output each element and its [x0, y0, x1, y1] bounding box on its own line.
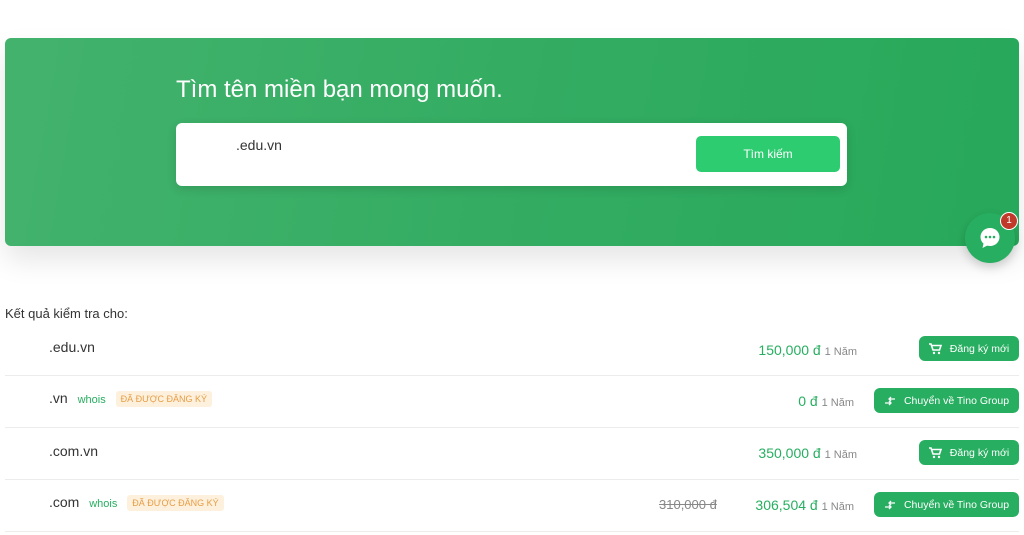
domain-name-group: .vn whois ĐÃ ĐƯỢC ĐĂNG KÝ — [49, 390, 213, 407]
price: 0 đ 1 Năm — [798, 393, 854, 409]
period: 1 Năm — [824, 346, 857, 358]
price: 150,000 đ 1 Năm — [758, 342, 857, 358]
original-price: 310,000 đ — [659, 497, 717, 512]
price-value: 0 đ — [798, 393, 818, 409]
domain-search-input[interactable] — [236, 137, 656, 153]
register-label: Đăng ký mới — [949, 342, 1010, 355]
search-box: Tìm kiếm — [176, 123, 847, 186]
price: 306,504 đ 1 Năm — [755, 497, 854, 513]
transfer-button[interactable]: Chuyển về Tino Group — [874, 388, 1019, 413]
domain-name: .com — [49, 494, 80, 510]
period: 1 Năm — [824, 449, 857, 461]
result-row: .com.vn 350,000 đ 1 Năm Đăng ký mới — [5, 427, 1019, 480]
result-row: .edu.vn 150,000 đ 1 Năm Đăng ký mới — [5, 323, 1019, 376]
registered-status-badge: ĐÃ ĐƯỢC ĐĂNG KÝ — [127, 495, 224, 511]
transfer-icon — [884, 396, 895, 405]
register-button[interactable]: Đăng ký mới — [919, 336, 1019, 361]
whois-link[interactable]: whois — [78, 394, 106, 406]
search-button[interactable]: Tìm kiếm — [696, 136, 840, 172]
domain-name-group: .com whois ĐÃ ĐƯỢC ĐĂNG KÝ — [49, 494, 224, 511]
transfer-label: Chuyển về Tino Group — [903, 498, 1010, 511]
period: 1 Năm — [821, 501, 854, 513]
chat-bubble-icon — [980, 228, 1000, 248]
cart-icon — [928, 342, 942, 354]
result-row: .vn whois ĐÃ ĐƯỢC ĐĂNG KÝ 0 đ 1 Năm Chuy… — [5, 375, 1019, 428]
price-value: 350,000 đ — [758, 445, 821, 461]
chat-notification-badge: 1 — [1000, 212, 1018, 230]
result-row: .com whois ĐÃ ĐƯỢC ĐĂNG KÝ 310,000 đ 306… — [5, 479, 1019, 532]
price-value: 306,504 đ — [755, 497, 818, 513]
register-label: Đăng ký mới — [949, 446, 1010, 459]
price: 350,000 đ 1 Năm — [758, 445, 857, 461]
domain-name: .com.vn — [49, 443, 99, 459]
domain-name: .vn — [49, 390, 68, 406]
whois-link[interactable]: whois — [89, 498, 117, 510]
cart-icon — [928, 446, 942, 458]
domain-search-hero: Tìm tên miền bạn mong muốn. Tìm kiếm — [5, 38, 1019, 246]
transfer-icon — [884, 500, 895, 509]
results-heading: Kết quả kiểm tra cho: — [5, 306, 128, 321]
transfer-label: Chuyển về Tino Group — [903, 394, 1010, 407]
transfer-button[interactable]: Chuyển về Tino Group — [874, 492, 1019, 517]
registered-status-badge: ĐÃ ĐƯỢC ĐĂNG KÝ — [115, 391, 213, 407]
period: 1 Năm — [821, 397, 854, 409]
hero-title: Tìm tên miền bạn mong muốn. — [176, 76, 503, 103]
price-value: 150,000 đ — [758, 342, 821, 358]
domain-name: .edu.vn — [49, 339, 95, 355]
register-button[interactable]: Đăng ký mới — [919, 440, 1019, 465]
